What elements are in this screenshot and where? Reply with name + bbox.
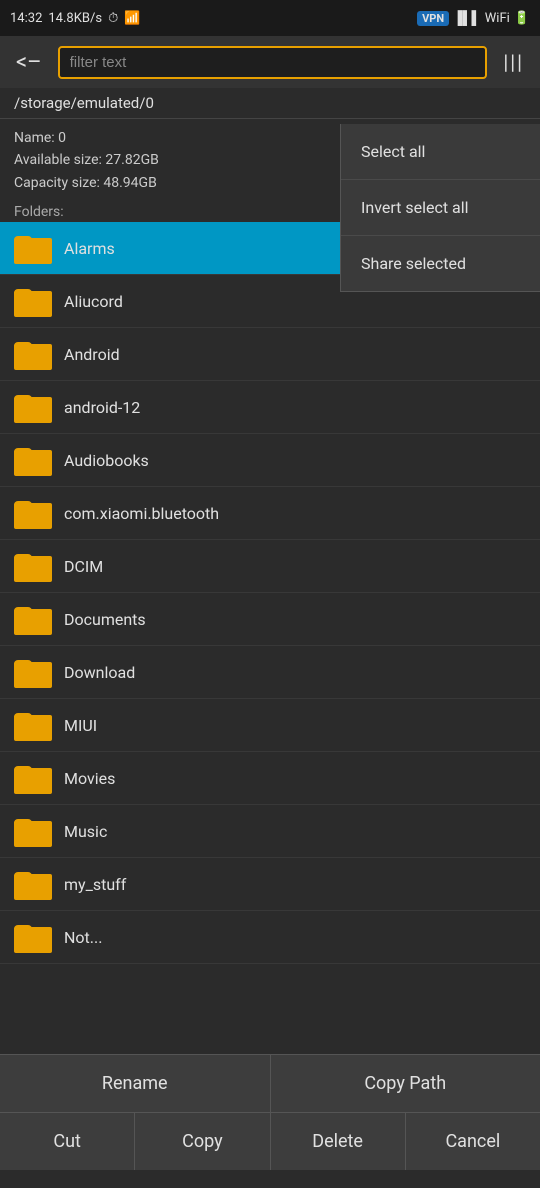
clock-icon: ⏱ [108, 11, 118, 26]
list-item[interactable]: com.xiaomi.bluetooth [0, 487, 540, 540]
folder-icon [14, 444, 52, 476]
delete-button[interactable]: Delete [271, 1113, 406, 1170]
top-bar: <– ||| [0, 36, 540, 88]
folder-icon [14, 285, 52, 317]
file-name: Movies [64, 769, 115, 788]
list-item[interactable]: Android [0, 328, 540, 381]
status-left: 14:32 14.8KB/s ⏱ 📶 [10, 11, 140, 26]
copy-path-button[interactable]: Copy Path [271, 1055, 540, 1112]
folder-icon [14, 497, 52, 529]
file-name: Not... [64, 928, 102, 947]
action-bar-bottom: Cut Copy Delete Cancel [0, 1112, 540, 1170]
file-name: my_stuff [64, 875, 126, 894]
file-name: Aliucord [64, 292, 123, 311]
back-button[interactable]: <– [8, 46, 50, 79]
file-name: com.xiaomi.bluetooth [64, 504, 219, 523]
file-name: Documents [64, 610, 146, 629]
folder-icon [14, 921, 52, 953]
filter-input[interactable] [58, 46, 488, 79]
rename-button[interactable]: Rename [0, 1055, 271, 1112]
wifi-icon: WiFi [485, 11, 510, 26]
file-name: Music [64, 822, 107, 841]
status-bar: 14:32 14.8KB/s ⏱ 📶 VPN ▐▌▌ WiFi 🔋 [0, 0, 540, 36]
file-name: DCIM [64, 557, 103, 576]
folder-icon [14, 709, 52, 741]
list-item[interactable]: my_stuff [0, 858, 540, 911]
list-item[interactable]: Documents [0, 593, 540, 646]
vpn-badge: VPN [417, 11, 449, 26]
context-menu: Select all Invert select all Share selec… [340, 124, 540, 292]
signal-icon: 📶 [124, 11, 140, 26]
folder-icon [14, 603, 52, 635]
file-name: Alarms [64, 239, 115, 258]
file-list: Alarms Aliucord Android android-12 Audiobook… [0, 222, 540, 1188]
file-name: android-12 [64, 398, 140, 417]
file-name: Android [64, 345, 120, 364]
list-item[interactable]: Not... [0, 911, 540, 964]
list-item[interactable]: MIUI [0, 699, 540, 752]
list-item[interactable]: Music [0, 805, 540, 858]
cancel-button[interactable]: Cancel [406, 1113, 540, 1170]
folder-icon [14, 391, 52, 423]
action-bar-top: Rename Copy Path [0, 1054, 540, 1112]
file-name: Download [64, 663, 135, 682]
list-item[interactable]: Audiobooks [0, 434, 540, 487]
invert-select-all-menu-item[interactable]: Invert select all [341, 180, 540, 236]
file-name: Audiobooks [64, 451, 149, 470]
select-all-menu-item[interactable]: Select all [341, 124, 540, 180]
status-speed: 14.8KB/s [48, 11, 102, 26]
list-item[interactable]: Download [0, 646, 540, 699]
folder-icon [14, 232, 52, 264]
copy-button[interactable]: Copy [135, 1113, 270, 1170]
menu-button[interactable]: ||| [495, 46, 532, 78]
folder-icon [14, 868, 52, 900]
path-bar: /storage/emulated/0 [0, 88, 540, 119]
list-item[interactable]: android-12 [0, 381, 540, 434]
status-time: 14:32 [10, 11, 42, 26]
cut-button[interactable]: Cut [0, 1113, 135, 1170]
folder-icon [14, 815, 52, 847]
list-item[interactable]: Movies [0, 752, 540, 805]
status-right: VPN ▐▌▌ WiFi 🔋 [417, 10, 530, 26]
folder-icon [14, 338, 52, 370]
folder-icon [14, 762, 52, 794]
current-path: /storage/emulated/0 [14, 94, 154, 112]
network-icon: ▐▌▌ [453, 10, 481, 26]
share-selected-menu-item[interactable]: Share selected [341, 236, 540, 291]
list-item[interactable]: DCIM [0, 540, 540, 593]
battery-icon: 🔋 [514, 11, 530, 26]
folder-icon [14, 550, 52, 582]
bottom-overlay: Rename Copy Path Cut Copy Delete Cancel [0, 1054, 540, 1170]
folder-icon [14, 656, 52, 688]
file-name: MIUI [64, 716, 97, 735]
